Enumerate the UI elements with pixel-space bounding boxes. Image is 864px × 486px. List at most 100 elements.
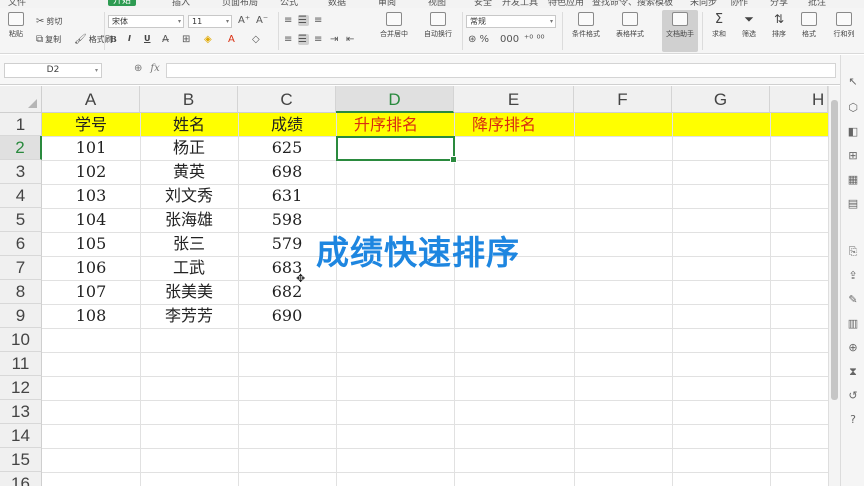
filter-button[interactable]: ⏷ 筛选	[736, 12, 762, 39]
column-header-c[interactable]: C	[238, 86, 336, 113]
underline-button[interactable]: U	[144, 34, 151, 43]
history-icon[interactable]: ↺	[846, 389, 860, 403]
attach-icon[interactable]: ⎘	[846, 245, 860, 259]
cell-c4[interactable]: 631	[238, 184, 336, 208]
strikethrough-button[interactable]: A̶	[162, 34, 171, 45]
menu-security[interactable]: 安全	[474, 0, 492, 8]
format-button[interactable]: 格式	[796, 12, 822, 39]
align-center-button[interactable]: ☰	[298, 34, 309, 45]
row-header-3[interactable]: 3	[0, 160, 42, 184]
row-header-2[interactable]: 2	[0, 136, 42, 160]
stats-icon[interactable]: ▥	[846, 317, 860, 331]
thousands-button[interactable]: 000	[500, 34, 521, 45]
fill-color-button[interactable]: ◈	[204, 34, 214, 45]
column-header-h[interactable]: H	[770, 86, 828, 113]
number-format-select[interactable]: 常规 ▾	[466, 15, 556, 28]
row-header-13[interactable]: 13	[0, 400, 42, 424]
row-header-12[interactable]: 12	[0, 376, 42, 400]
row-header-9[interactable]: 9	[0, 304, 42, 328]
menu-formula[interactable]: 公式	[280, 0, 298, 8]
align-bottom-button[interactable]: ≡	[314, 15, 324, 26]
bold-button[interactable]: B	[110, 34, 117, 44]
name-box[interactable]: D2 ▾	[4, 63, 102, 78]
menu-unsynced[interactable]: 未同步	[690, 0, 717, 8]
fx-icon[interactable]: fx	[150, 63, 159, 74]
share-icon[interactable]: ⇪	[846, 269, 860, 283]
cell-a3[interactable]: 102	[42, 160, 140, 184]
cell-b2[interactable]: 杨正	[140, 136, 238, 160]
menu-data[interactable]: 数据	[328, 0, 346, 8]
select-all-button[interactable]	[0, 86, 42, 113]
menu-home[interactable]: 开始	[108, 0, 137, 6]
italic-button[interactable]: I	[128, 34, 131, 43]
cell-c8[interactable]: 682	[238, 280, 336, 304]
help-icon[interactable]: ?	[846, 413, 860, 427]
row-header-14[interactable]: 14	[0, 424, 42, 448]
hourglass-icon[interactable]: ⧗	[846, 365, 860, 379]
row-header-8[interactable]: 8	[0, 280, 42, 304]
font-grow-button[interactable]: A⁺	[238, 15, 252, 26]
copy-button[interactable]: ⧉ 复制	[36, 34, 61, 45]
row-header-5[interactable]: 5	[0, 208, 42, 232]
cell-a8[interactable]: 107	[42, 280, 140, 304]
row-header-11[interactable]: 11	[0, 352, 42, 376]
font-name-select[interactable]: 宋体 ▾	[108, 15, 184, 28]
grid-icon[interactable]: ⊞	[846, 149, 860, 163]
cell-c1[interactable]: 成绩	[238, 113, 336, 136]
cell-b1[interactable]: 姓名	[140, 113, 238, 136]
menu-page-layout[interactable]: 页面布局	[222, 0, 258, 8]
menu-insert[interactable]: 插入	[172, 0, 190, 8]
row-header-4[interactable]: 4	[0, 184, 42, 208]
menu-file[interactable]: 文件	[8, 0, 26, 8]
cell-a9[interactable]: 108	[42, 304, 140, 328]
cell-a5[interactable]: 104	[42, 208, 140, 232]
menu-special[interactable]: 特色应用	[548, 0, 584, 8]
table-style-button[interactable]: 表格样式	[612, 12, 648, 39]
column-header-f[interactable]: F	[574, 86, 672, 113]
format-painter-button[interactable]: 🖌 格式刷	[74, 34, 113, 45]
decimal-button[interactable]: ⁺⁰ ⁰⁰	[524, 34, 546, 45]
align-top-button[interactable]: ≡	[284, 15, 294, 26]
font-size-select[interactable]: 11 ▾	[188, 15, 232, 28]
cell-a4[interactable]: 103	[42, 184, 140, 208]
conditional-format-button[interactable]: 条件格式	[568, 12, 604, 39]
percent-button[interactable]: ⊛ %	[468, 34, 491, 45]
plus-icon[interactable]: ⊕	[846, 341, 860, 355]
style-icon[interactable]: ◧	[846, 125, 860, 139]
row-header-6[interactable]: 6	[0, 232, 42, 256]
doc-assistant-button[interactable]: 文档助手	[662, 10, 698, 52]
menu-developer[interactable]: 开发工具	[502, 0, 538, 8]
row-header-7[interactable]: 7	[0, 256, 42, 280]
row-col-button[interactable]: 行和列	[828, 12, 860, 39]
merge-center-button[interactable]: 合并居中	[372, 12, 416, 39]
cell-a6[interactable]: 105	[42, 232, 140, 256]
shape-icon[interactable]: ⬡	[846, 101, 860, 115]
column-header-a[interactable]: A	[42, 86, 140, 113]
cell-c3[interactable]: 698	[238, 160, 336, 184]
pen-icon[interactable]: ✎	[846, 293, 860, 307]
cell-b6[interactable]: 张三	[140, 232, 238, 256]
menu-review[interactable]: 审阅	[378, 0, 396, 8]
chart-icon[interactable]: ▦	[846, 173, 860, 187]
indent-button[interactable]: ⇥	[330, 34, 340, 45]
cell-c9[interactable]: 690	[238, 304, 336, 328]
font-shrink-button[interactable]: A⁻	[256, 15, 270, 26]
cut-button[interactable]: ✂ 剪切	[36, 16, 62, 27]
scrollbar-thumb[interactable]	[831, 100, 838, 400]
cell-d1[interactable]: 升序排名	[336, 113, 454, 136]
align-right-button[interactable]: ≡	[314, 34, 324, 45]
column-header-e[interactable]: E	[454, 86, 574, 113]
wrap-text-button[interactable]: 自动换行	[420, 12, 456, 39]
cell-b5[interactable]: 张海雄	[140, 208, 238, 232]
align-left-button[interactable]: ≡	[284, 34, 294, 45]
cell-b4[interactable]: 刘文秀	[140, 184, 238, 208]
menu-view[interactable]: 视图	[428, 0, 446, 8]
row-header-10[interactable]: 10	[0, 328, 42, 352]
active-cell-d2[interactable]	[336, 136, 457, 163]
eraser-button[interactable]: ◇	[252, 34, 262, 45]
cell-b9[interactable]: 李芳芳	[140, 304, 238, 328]
sum-button[interactable]: Σ 求和	[706, 12, 732, 39]
backup-icon[interactable]: ▤	[846, 197, 860, 211]
formula-input[interactable]	[166, 63, 836, 78]
row-header-1[interactable]: 1	[0, 113, 42, 136]
